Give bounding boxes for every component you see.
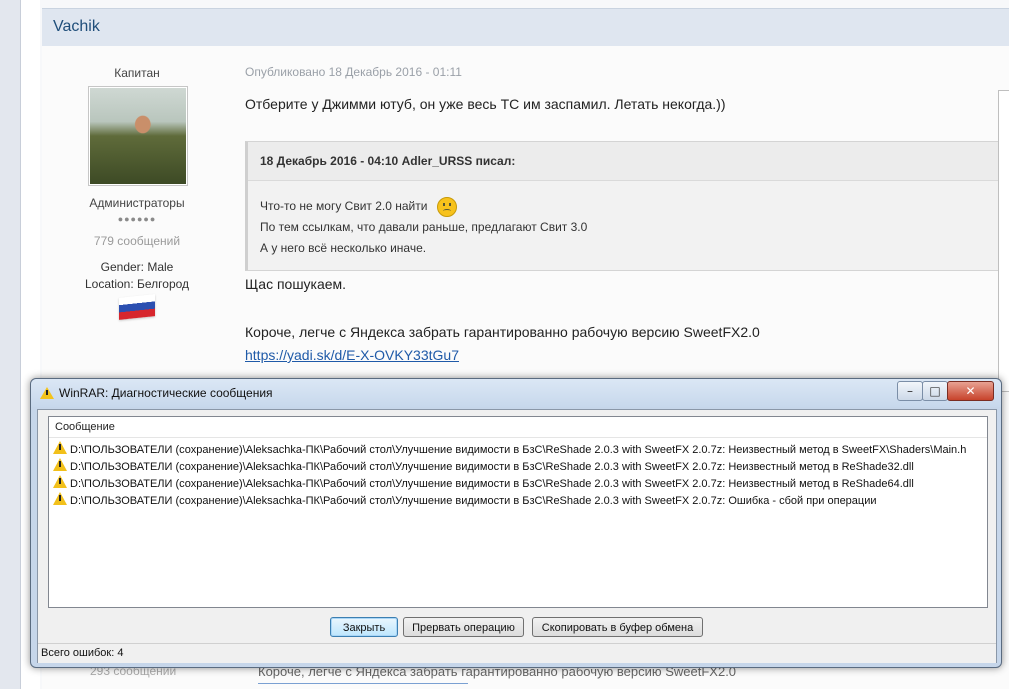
status-bar: Всего ошибок: 4 [38, 643, 996, 663]
abort-operation-button[interactable]: Прервать операцию [403, 617, 524, 637]
message-text: D:\ПОЛЬЗОВАТЕЛИ (сохранение)\Aleksachka-… [70, 478, 914, 490]
close-window-button[interactable]: ✕ [947, 381, 994, 401]
warning-icon [53, 492, 67, 505]
minimize-button[interactable]: – [897, 381, 923, 401]
dialog-client: Сообщение D:\ПОЛЬЗОВАТЕЛИ (сохранение)\A… [37, 409, 997, 663]
author-group: Администраторы [89, 196, 185, 210]
post-author-name[interactable]: Vachik [53, 18, 100, 36]
close-button[interactable]: Закрыть [330, 617, 398, 637]
quote-line: А у него всё несколько иначе. [260, 241, 427, 255]
message-text: D:\ПОЛЬЗОВАТЕЛИ (сохранение)\Aleksachka-… [70, 495, 877, 507]
list-item[interactable]: D:\ПОЛЬЗОВАТЕЛИ (сохранение)\Aleksachka-… [53, 458, 983, 475]
dialog-title: WinRAR: Диагностические сообщения [59, 386, 273, 400]
quote-line: Что-то не могу Свит 2.0 найти [260, 197, 457, 217]
maximize-icon: □ [929, 384, 941, 398]
avatar[interactable] [88, 86, 188, 186]
post-text-line: Короче, легче с Яндекса забрать гарантир… [245, 324, 760, 340]
author-post-count: 779 сообщений [93, 234, 181, 248]
list-item[interactable]: D:\ПОЛЬЗОВАТЕЛИ (сохранение)\Aleksachka-… [53, 475, 983, 492]
author-gender: Gender: Male [100, 260, 174, 274]
copy-to-clipboard-button[interactable]: Скопировать в буфер обмена [532, 617, 703, 637]
russia-flag-icon [119, 294, 155, 320]
warning-icon [53, 475, 67, 488]
list-item[interactable]: D:\ПОЛЬЗОВАТЕЛИ (сохранение)\Aleksachka-… [53, 441, 983, 458]
quote-block: 18 Декабрь 2016 - 04:10 Adler_URSS писал… [245, 141, 1009, 271]
author-rank: Капитан [114, 66, 160, 80]
message-list[interactable]: Сообщение D:\ПОЛЬЗОВАТЕЛИ (сохранение)\A… [48, 416, 988, 608]
post-text-line: Щас пошукаем. [245, 276, 347, 292]
post-header: Vachik [42, 8, 1009, 47]
message-text: D:\ПОЛЬЗОВАТЕЛИ (сохранение)\Aleksachka-… [70, 444, 967, 456]
quote-header: 18 Декабрь 2016 - 04:10 Adler_URSS писал… [248, 142, 1009, 181]
column-header-label: Сообщение [55, 421, 115, 433]
warning-icon [53, 458, 67, 471]
page-divider [20, 0, 21, 689]
column-header[interactable]: Сообщение [49, 417, 987, 438]
avatar-image [90, 88, 186, 184]
quote-line: По тем ссылкам, что давали раньше, предл… [260, 220, 588, 234]
close-icon: ✕ [965, 384, 976, 398]
error-count: Всего ошибок: 4 [41, 647, 124, 659]
warning-icon [40, 387, 54, 399]
warning-icon [53, 441, 67, 454]
minimize-icon: – [907, 384, 913, 398]
author-location: Location: Белгород [84, 277, 190, 291]
maximize-button[interactable]: □ [922, 381, 948, 401]
quote-header-text: 18 Декабрь 2016 - 04:10 Adler_URSS писал… [260, 154, 516, 168]
download-link[interactable]: https://yadi.sk/d/E-X-OVKY33tGu7 [245, 347, 459, 363]
page-left-gutter [0, 0, 20, 689]
dialog-title-bar[interactable]: WinRAR: Диагностические сообщения – □ ✕ [31, 379, 1001, 407]
rank-pips: ●●●●●● [117, 214, 157, 224]
list-item[interactable]: D:\ПОЛЬЗОВАТЕЛИ (сохранение)\Aleksachka-… [53, 492, 983, 509]
sad-smiley-icon [436, 197, 457, 217]
post-text-line: Отберите у Джимми ютуб, он уже весь ТС и… [245, 96, 726, 112]
quote-line-text: Что-то не могу Свит 2.0 найти [260, 199, 428, 214]
post-date: Опубликовано 18 Декабрь 2016 - 01:11 [245, 65, 462, 79]
message-text: D:\ПОЛЬЗОВАТЕЛИ (сохранение)\Aleksachka-… [70, 461, 914, 473]
side-panel-edge [998, 90, 1009, 392]
winrar-dialog: WinRAR: Диагностические сообщения – □ ✕ … [30, 378, 1002, 668]
